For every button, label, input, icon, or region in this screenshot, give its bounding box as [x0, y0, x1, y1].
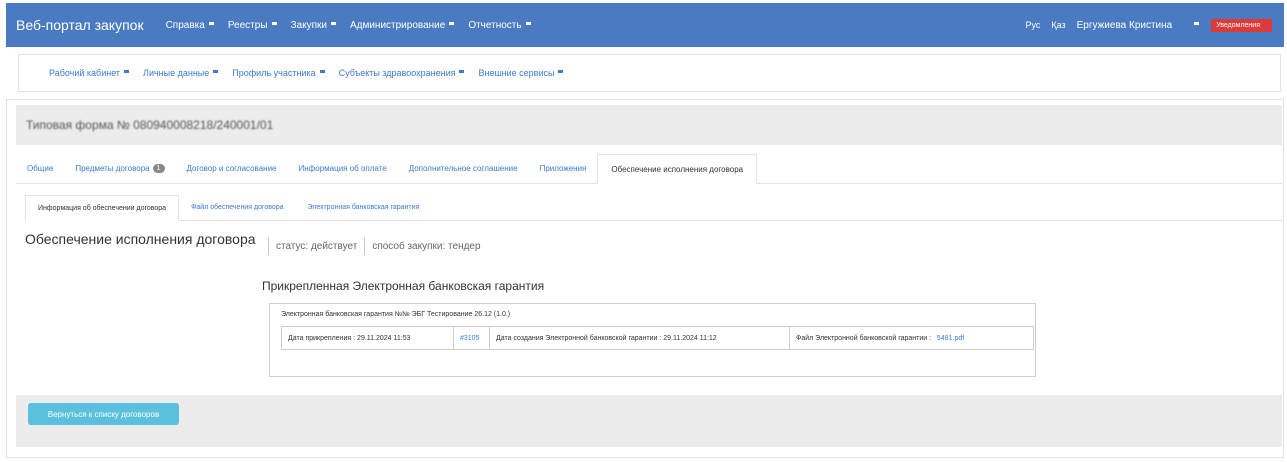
status-line: статус: действует способ закупки: тендер	[261, 235, 481, 257]
subnav-cabinet-label: Рабочий кабинет	[49, 68, 121, 78]
section-title: Обеспечение исполнения договора	[25, 231, 256, 247]
menu-reports-label: Отчетность	[468, 19, 522, 31]
subtab-bank-guarantee[interactable]: Электронная банковская гарантия	[296, 195, 432, 220]
user-caret-icon[interactable]	[1194, 22, 1200, 25]
brand-logo[interactable]: Веб-портал закупок	[16, 17, 144, 33]
subnav-personal-data[interactable]: Личные данные	[143, 68, 219, 78]
guarantee-number-link[interactable]: #3105	[460, 335, 479, 342]
tab-contract-security[interactable]: Обеспечение исполнения договора	[597, 154, 758, 184]
divider	[268, 237, 269, 255]
lang-ru-link[interactable]: Рус	[1025, 20, 1040, 30]
user-menu[interactable]: Ергужиева Кристина	[1077, 20, 1173, 31]
procurement-method-text: способ закупки: тендер	[372, 240, 481, 252]
attach-date-cell: Дата прикрепления : 29.11.2024 11:53	[282, 327, 454, 349]
menu-registries[interactable]: Реестры	[228, 20, 277, 31]
caret-down-icon	[330, 22, 336, 25]
caret-down-icon	[213, 70, 219, 73]
menu-administration[interactable]: Администрирование	[349, 19, 455, 31]
top-navbar: Веб-портал закупок Справка Реестры Закуп…	[6, 3, 1284, 47]
guarantee-number-cell: #3105	[454, 327, 490, 349]
menu-reports[interactable]: Отчетность	[468, 19, 531, 31]
file-cell: Файл Электронной банковской гарантии : 5…	[790, 327, 1030, 349]
file-download-link[interactable]: 5481.pdf	[937, 335, 964, 342]
lang-kz-link[interactable]: Қаз	[1051, 20, 1065, 30]
tab-contract-approval[interactable]: Договор и согласование	[176, 154, 288, 183]
menu-purchases-label: Закупки	[290, 19, 327, 31]
subtab-security-file[interactable]: Файл обеспечения договора	[179, 195, 295, 220]
tab-general[interactable]: Общие	[16, 154, 64, 183]
caret-down-icon	[124, 70, 130, 73]
subnav-healthcare-subjects[interactable]: Субъекты здравоохранения	[339, 68, 465, 78]
tab-additional-agreement[interactable]: Дополнительное соглашение	[398, 154, 529, 183]
caret-down-icon	[449, 22, 455, 25]
attach-date: Дата прикрепления : 29.11.2024 11:53	[288, 334, 411, 342]
guarantee-row: Дата прикрепления : 29.11.2024 11:53 #31…	[281, 326, 1034, 350]
divider	[364, 237, 366, 255]
menu-purchases[interactable]: Закупки	[291, 20, 336, 31]
main-panel: Типовая форма № 080940008218/240001/01 О…	[6, 99, 1284, 458]
menu-help[interactable]: Справка	[166, 20, 214, 31]
subnav-cabinet[interactable]: Рабочий кабинет	[49, 68, 130, 78]
subnav-external-services-label: Внешние сервисы	[478, 68, 555, 78]
top-right-area: Рус Қаз Ергужиева Кристина Уведомления	[1025, 3, 1284, 47]
created-date: Дата создания Электронной банковской гар…	[496, 334, 717, 342]
top-menu: Справка Реестры Закупки Администрировани…	[166, 20, 545, 31]
menu-help-label: Справка	[165, 19, 205, 31]
caret-down-icon	[558, 70, 564, 73]
created-date-cell: Дата создания Электронной банковской гар…	[490, 327, 790, 349]
menu-administration-label: Администрирование	[349, 19, 446, 31]
notifications-button[interactable]: Уведомления	[1211, 18, 1272, 32]
form-footer: Вернуться к списку договоров	[16, 395, 1282, 447]
attached-guarantee-heading: Прикрепленная Электронная банковская гар…	[262, 279, 545, 293]
tab-contract-items[interactable]: Предметы договора 1	[64, 154, 175, 183]
subnav-participant-profile-label: Профиль участника	[232, 68, 316, 78]
contract-tabs: Общие Предметы договора 1 Договор и согла…	[16, 154, 1282, 184]
subnav-external-services[interactable]: Внешние сервисы	[478, 68, 564, 78]
form-title: Типовая форма № 080940008218/240001/01	[26, 118, 274, 132]
back-to-contracts-button[interactable]: Вернуться к списку договоров	[28, 403, 179, 425]
caret-down-icon	[208, 22, 214, 25]
caret-down-icon	[525, 22, 531, 25]
tab-attachments[interactable]: Приложения	[529, 154, 598, 183]
security-subtabs: Информация об обеспечении договора Файл …	[25, 195, 1282, 221]
subtab-security-info[interactable]: Информация об обеспечении договора	[25, 195, 180, 221]
guarantee-title: Электронная банковская гарантия №№ ЭБГ Т…	[281, 311, 511, 318]
tab-payment-info[interactable]: Информация об оплате	[288, 154, 398, 183]
status-text: статус: действует	[276, 240, 358, 252]
file-label: Файл Электронной банковской гарантии :	[796, 334, 932, 342]
guarantee-box: Электронная банковская гарантия №№ ЭБГ Т…	[269, 303, 1036, 377]
secondary-navbar: Рабочий кабинет Личные данные Профиль уч…	[18, 54, 1281, 92]
count-badge: 1	[152, 164, 165, 173]
form-header: Типовая форма № 080940008218/240001/01	[16, 105, 1282, 145]
caret-down-icon	[459, 70, 465, 73]
tab-contract-items-label: Предметы договора	[75, 164, 150, 173]
caret-down-icon	[271, 22, 277, 25]
subnav-personal-data-label: Личные данные	[143, 68, 210, 78]
caret-down-icon	[319, 70, 325, 73]
menu-registries-label: Реестры	[227, 19, 268, 31]
subnav-healthcare-subjects-label: Субъекты здравоохранения	[338, 68, 456, 78]
subnav-participant-profile[interactable]: Профиль участника	[232, 68, 325, 78]
